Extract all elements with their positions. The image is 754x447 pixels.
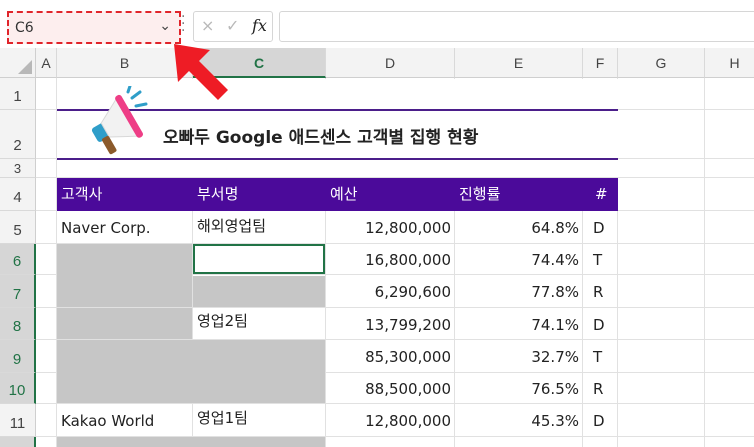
formula-input[interactable]	[279, 11, 754, 42]
row-header-4[interactable]: 4	[0, 178, 36, 211]
cell-budget[interactable]: 12,800,000	[326, 211, 451, 243]
cell-client[interactable]: Naver Corp.	[61, 211, 151, 243]
header-dept: 부서명	[197, 185, 239, 203]
cell-budget[interactable]: 13,799,200	[326, 308, 451, 340]
cell-dept[interactable]: 영업2팀	[197, 306, 248, 338]
column-header-h[interactable]: H	[705, 48, 754, 78]
row-header-12[interactable]	[0, 437, 36, 447]
megaphone-icon	[91, 86, 148, 155]
row-header-11[interactable]: 11	[0, 404, 36, 437]
column-header-a[interactable]: A	[36, 48, 57, 78]
blank-cells-row12[interactable]	[57, 437, 325, 447]
enter-icon[interactable]: ✓	[226, 16, 239, 35]
blank-cell-b6-b7[interactable]	[57, 244, 192, 307]
active-cell-c6[interactable]	[193, 244, 325, 274]
row-header-2[interactable]: 2	[0, 110, 36, 159]
cell-progress[interactable]: 77.8%	[455, 275, 579, 307]
cell-progress[interactable]: 74.4%	[455, 243, 579, 275]
blank-cell-b8[interactable]	[57, 308, 192, 339]
cell-budget[interactable]: 88,500,000	[326, 372, 451, 404]
row-header-6[interactable]: 6	[0, 244, 36, 275]
column-header-d[interactable]: D	[326, 48, 455, 78]
cell-client[interactable]: Kakao World	[61, 404, 154, 436]
name-box[interactable]: C6 ⌄	[7, 11, 181, 44]
cell-budget[interactable]: 16,800,000	[326, 243, 451, 275]
cell-flag[interactable]: D	[593, 308, 605, 340]
cell-dept[interactable]: 해외영업팀	[197, 211, 266, 243]
cell-budget[interactable]: 85,300,000	[326, 340, 451, 372]
cell-progress[interactable]: 64.8%	[455, 211, 579, 243]
title-bottom-rule	[57, 158, 618, 160]
cell-flag[interactable]: T	[593, 340, 602, 372]
header-flag: #	[595, 185, 608, 203]
header-budget: 예산	[330, 185, 358, 203]
cell-flag[interactable]: D	[593, 404, 605, 436]
cell-flag[interactable]: R	[593, 372, 603, 404]
row-header-1[interactable]: 1	[0, 78, 36, 110]
more-options-icon[interactable]: · · ·	[181, 10, 187, 38]
column-header-e[interactable]: E	[455, 48, 583, 78]
header-progress: 진행률	[459, 185, 501, 203]
row-header-5[interactable]: 5	[0, 211, 36, 244]
page-title: 오빠두 Google 애드센스 고객별 집행 현황	[163, 128, 479, 148]
cell-budget[interactable]: 6,290,600	[326, 275, 451, 307]
red-arrow-icon	[174, 44, 228, 100]
header-client: 고객사	[61, 185, 103, 203]
blank-cells-b9-c10[interactable]	[57, 340, 325, 403]
cancel-icon[interactable]: ×	[201, 16, 214, 35]
cell-progress[interactable]: 74.1%	[455, 308, 579, 340]
cell-flag[interactable]: T	[593, 243, 602, 275]
row-header-3[interactable]: 3	[0, 159, 36, 178]
column-header-g[interactable]: G	[618, 48, 705, 78]
cell-flag[interactable]: D	[593, 211, 605, 243]
cell-progress[interactable]: 76.5%	[455, 372, 579, 404]
cell-budget[interactable]: 12,800,000	[326, 404, 451, 436]
chevron-down-icon[interactable]: ⌄	[159, 18, 171, 34]
row-header-10[interactable]: 10	[0, 373, 36, 404]
row-header-9[interactable]: 9	[0, 340, 36, 373]
insert-function-icon[interactable]: fx	[252, 16, 267, 35]
cell-progress[interactable]: 45.3%	[455, 404, 579, 436]
cell-dept[interactable]: 영업1팀	[197, 402, 248, 434]
name-box-value: C6	[15, 20, 34, 36]
blank-cell-c7[interactable]	[193, 276, 325, 307]
select-all-corner[interactable]	[0, 48, 36, 78]
row-header-7[interactable]: 7	[0, 275, 36, 308]
formula-buttons: × ✓ fx	[193, 11, 273, 42]
row-header-8[interactable]: 8	[0, 308, 36, 340]
cell-flag[interactable]: R	[593, 275, 603, 307]
column-header-f[interactable]: F	[583, 48, 618, 78]
cell-progress[interactable]: 32.7%	[455, 340, 579, 372]
